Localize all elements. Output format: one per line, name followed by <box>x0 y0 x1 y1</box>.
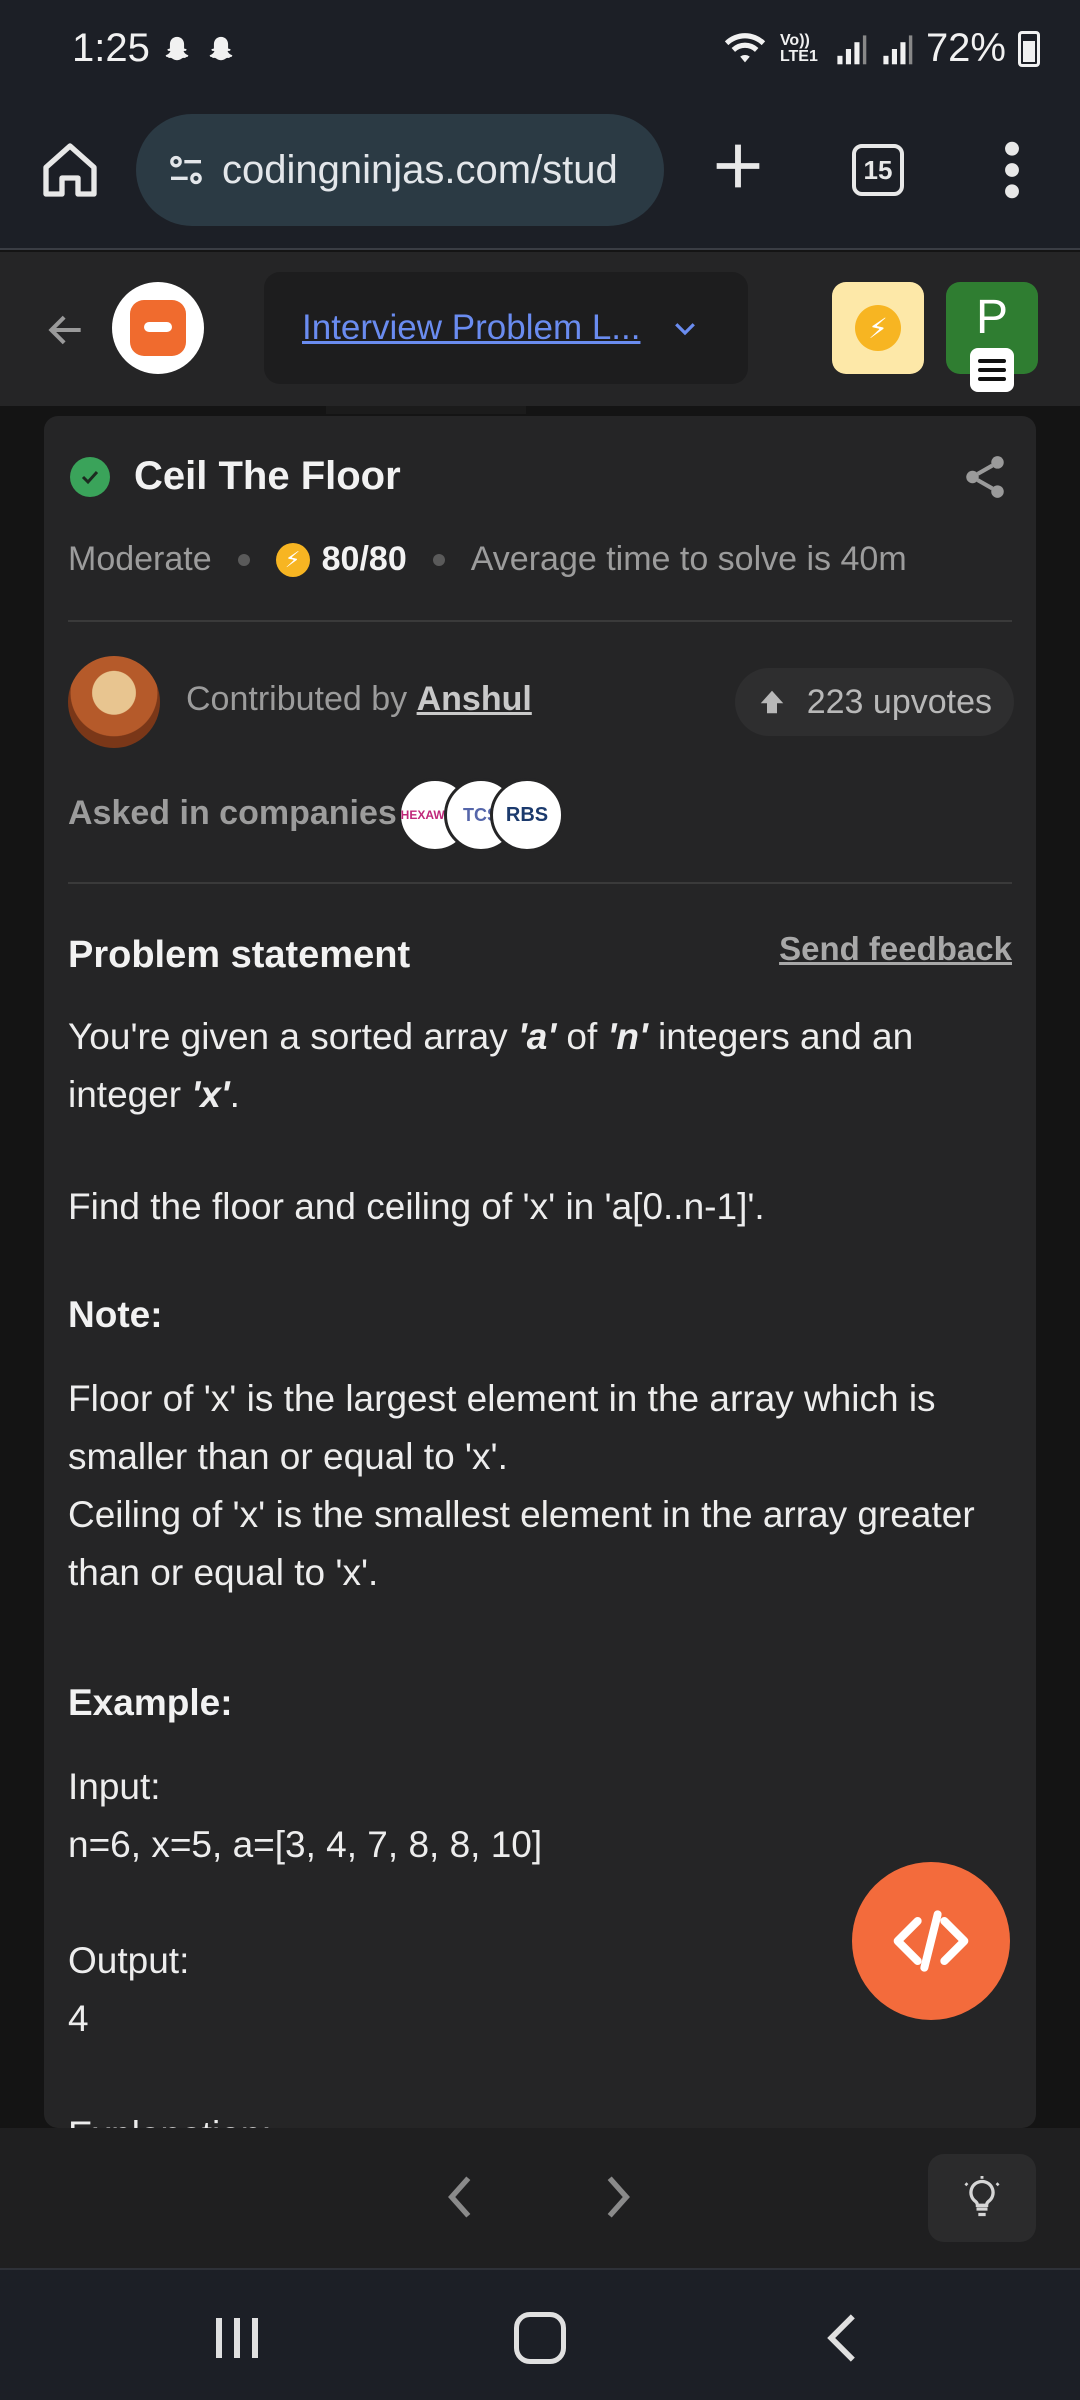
battery-percent: 72% <box>925 26 1006 70</box>
input-value: n=6, x=5, a=[3, 4, 7, 8, 8, 10] <box>68 1824 543 1865</box>
system-navigation-bar <box>0 2268 1080 2400</box>
browser-toolbar: codingninjas.com/stud 15 <box>0 108 1080 250</box>
asked-in-label: Asked in companies <box>68 794 397 832</box>
note-floor: Floor of 'x' is the largest element in t… <box>68 1378 936 1477</box>
hamburger-menu-icon[interactable] <box>970 348 1014 392</box>
streak-button[interactable]: ⚡ <box>832 282 924 374</box>
solved-check-icon <box>70 456 110 497</box>
code-editor-button[interactable] <box>852 1862 1010 2020</box>
problem-statement-heading: Problem statement <box>68 934 411 976</box>
chevron-right-icon[interactable] <box>598 2172 638 2222</box>
contributed-by: Contributed by Anshul <box>186 680 532 719</box>
chevron-down-icon <box>675 323 696 336</box>
recent-apps-icon[interactable] <box>210 2314 264 2362</box>
difficulty: Moderate <box>68 540 212 578</box>
contributed-by-label: Contributed by <box>186 680 408 718</box>
wifi-icon <box>724 32 766 62</box>
status-right: Vo)) LTE1 72% <box>722 26 1040 71</box>
status-time: 1:25 <box>72 26 150 70</box>
problem-title: Ceil The Floor <box>134 454 401 498</box>
system-home-icon[interactable] <box>514 2312 566 2364</box>
note-ceiling: Ceiling of 'x' is the smallest element i… <box>68 1494 975 1593</box>
hint-button[interactable] <box>928 2154 1036 2242</box>
profile-initial: P <box>975 291 1008 344</box>
snapchat-icon <box>165 36 189 61</box>
output-value: 4 <box>68 1998 89 2039</box>
send-feedback-link[interactable]: Send feedback <box>779 930 1012 968</box>
url-text: codingninjas.com/stud <box>222 147 618 192</box>
system-back-icon[interactable] <box>822 2312 862 2364</box>
tab-indicator <box>326 406 526 414</box>
new-tab-icon[interactable] <box>706 134 770 198</box>
snapchat-icon <box>209 36 233 61</box>
share-icon[interactable] <box>960 452 1010 502</box>
dropdown-label: Interview Problem L... <box>302 308 641 347</box>
back-arrow-icon[interactable] <box>44 308 88 352</box>
problem-nav-bar <box>0 2128 1080 2268</box>
battery-icon <box>1018 30 1040 67</box>
company-logo-rbs[interactable]: RBS <box>490 778 564 852</box>
bolt-icon: ⚡ <box>855 305 901 351</box>
coding-ninjas-logo[interactable] <box>112 282 204 374</box>
code-icon <box>893 1910 969 1972</box>
network-label: Vo)) LTE1 <box>779 31 818 65</box>
contributor-link[interactable]: Anshul <box>417 680 532 718</box>
separator-dot <box>237 553 250 566</box>
problem-card: Ceil The Floor Moderate ⚡ 80/80 Average … <box>44 416 1036 2128</box>
divider <box>68 620 1012 622</box>
lightbulb-icon <box>964 2176 1000 2217</box>
note-heading: Note: <box>68 1294 163 1335</box>
explanation-label: Explanation: <box>68 2106 1012 2128</box>
problem-meta: Moderate ⚡ 80/80 Average time to solve i… <box>68 540 907 579</box>
divider <box>68 882 1012 884</box>
example-heading: Example: <box>68 1682 233 1723</box>
signal-icon <box>883 34 913 64</box>
status-bar: 1:25 Vo)) LTE1 72% <box>0 0 1080 108</box>
average-time: Average time to solve is 40m <box>470 540 907 578</box>
site-settings-icon[interactable] <box>166 150 206 190</box>
signal-icon <box>837 34 867 64</box>
upvote-count: 223 upvotes <box>806 682 992 721</box>
chevron-left-icon[interactable] <box>440 2172 480 2222</box>
tab-count: 15 <box>863 154 893 185</box>
home-icon[interactable] <box>38 138 102 202</box>
arrow-up-icon <box>760 690 783 714</box>
score: 80/80 <box>321 540 407 578</box>
tab-switcher-button[interactable]: 15 <box>852 144 904 196</box>
contributor-avatar <box>68 656 160 748</box>
upvote-button[interactable]: 223 upvotes <box>734 668 1014 736</box>
app-header: Interview Problem L... ⚡ P <box>0 252 1080 406</box>
separator-dot <box>432 553 445 566</box>
more-options-icon[interactable] <box>1000 138 1024 202</box>
statement-intro: You're given a sorted array 'a' of 'n' i… <box>68 1016 914 1115</box>
title-row: Ceil The Floor <box>70 454 401 499</box>
input-label: Input: <box>68 1766 161 1807</box>
logo-mark <box>130 300 186 356</box>
url-bar[interactable]: codingninjas.com/stud <box>136 114 664 226</box>
statement-find: Find the floor and ceiling of 'x' in 'a[… <box>68 1186 765 1227</box>
bolt-icon: ⚡ <box>275 542 310 577</box>
problem-list-dropdown[interactable]: Interview Problem L... <box>264 272 748 384</box>
